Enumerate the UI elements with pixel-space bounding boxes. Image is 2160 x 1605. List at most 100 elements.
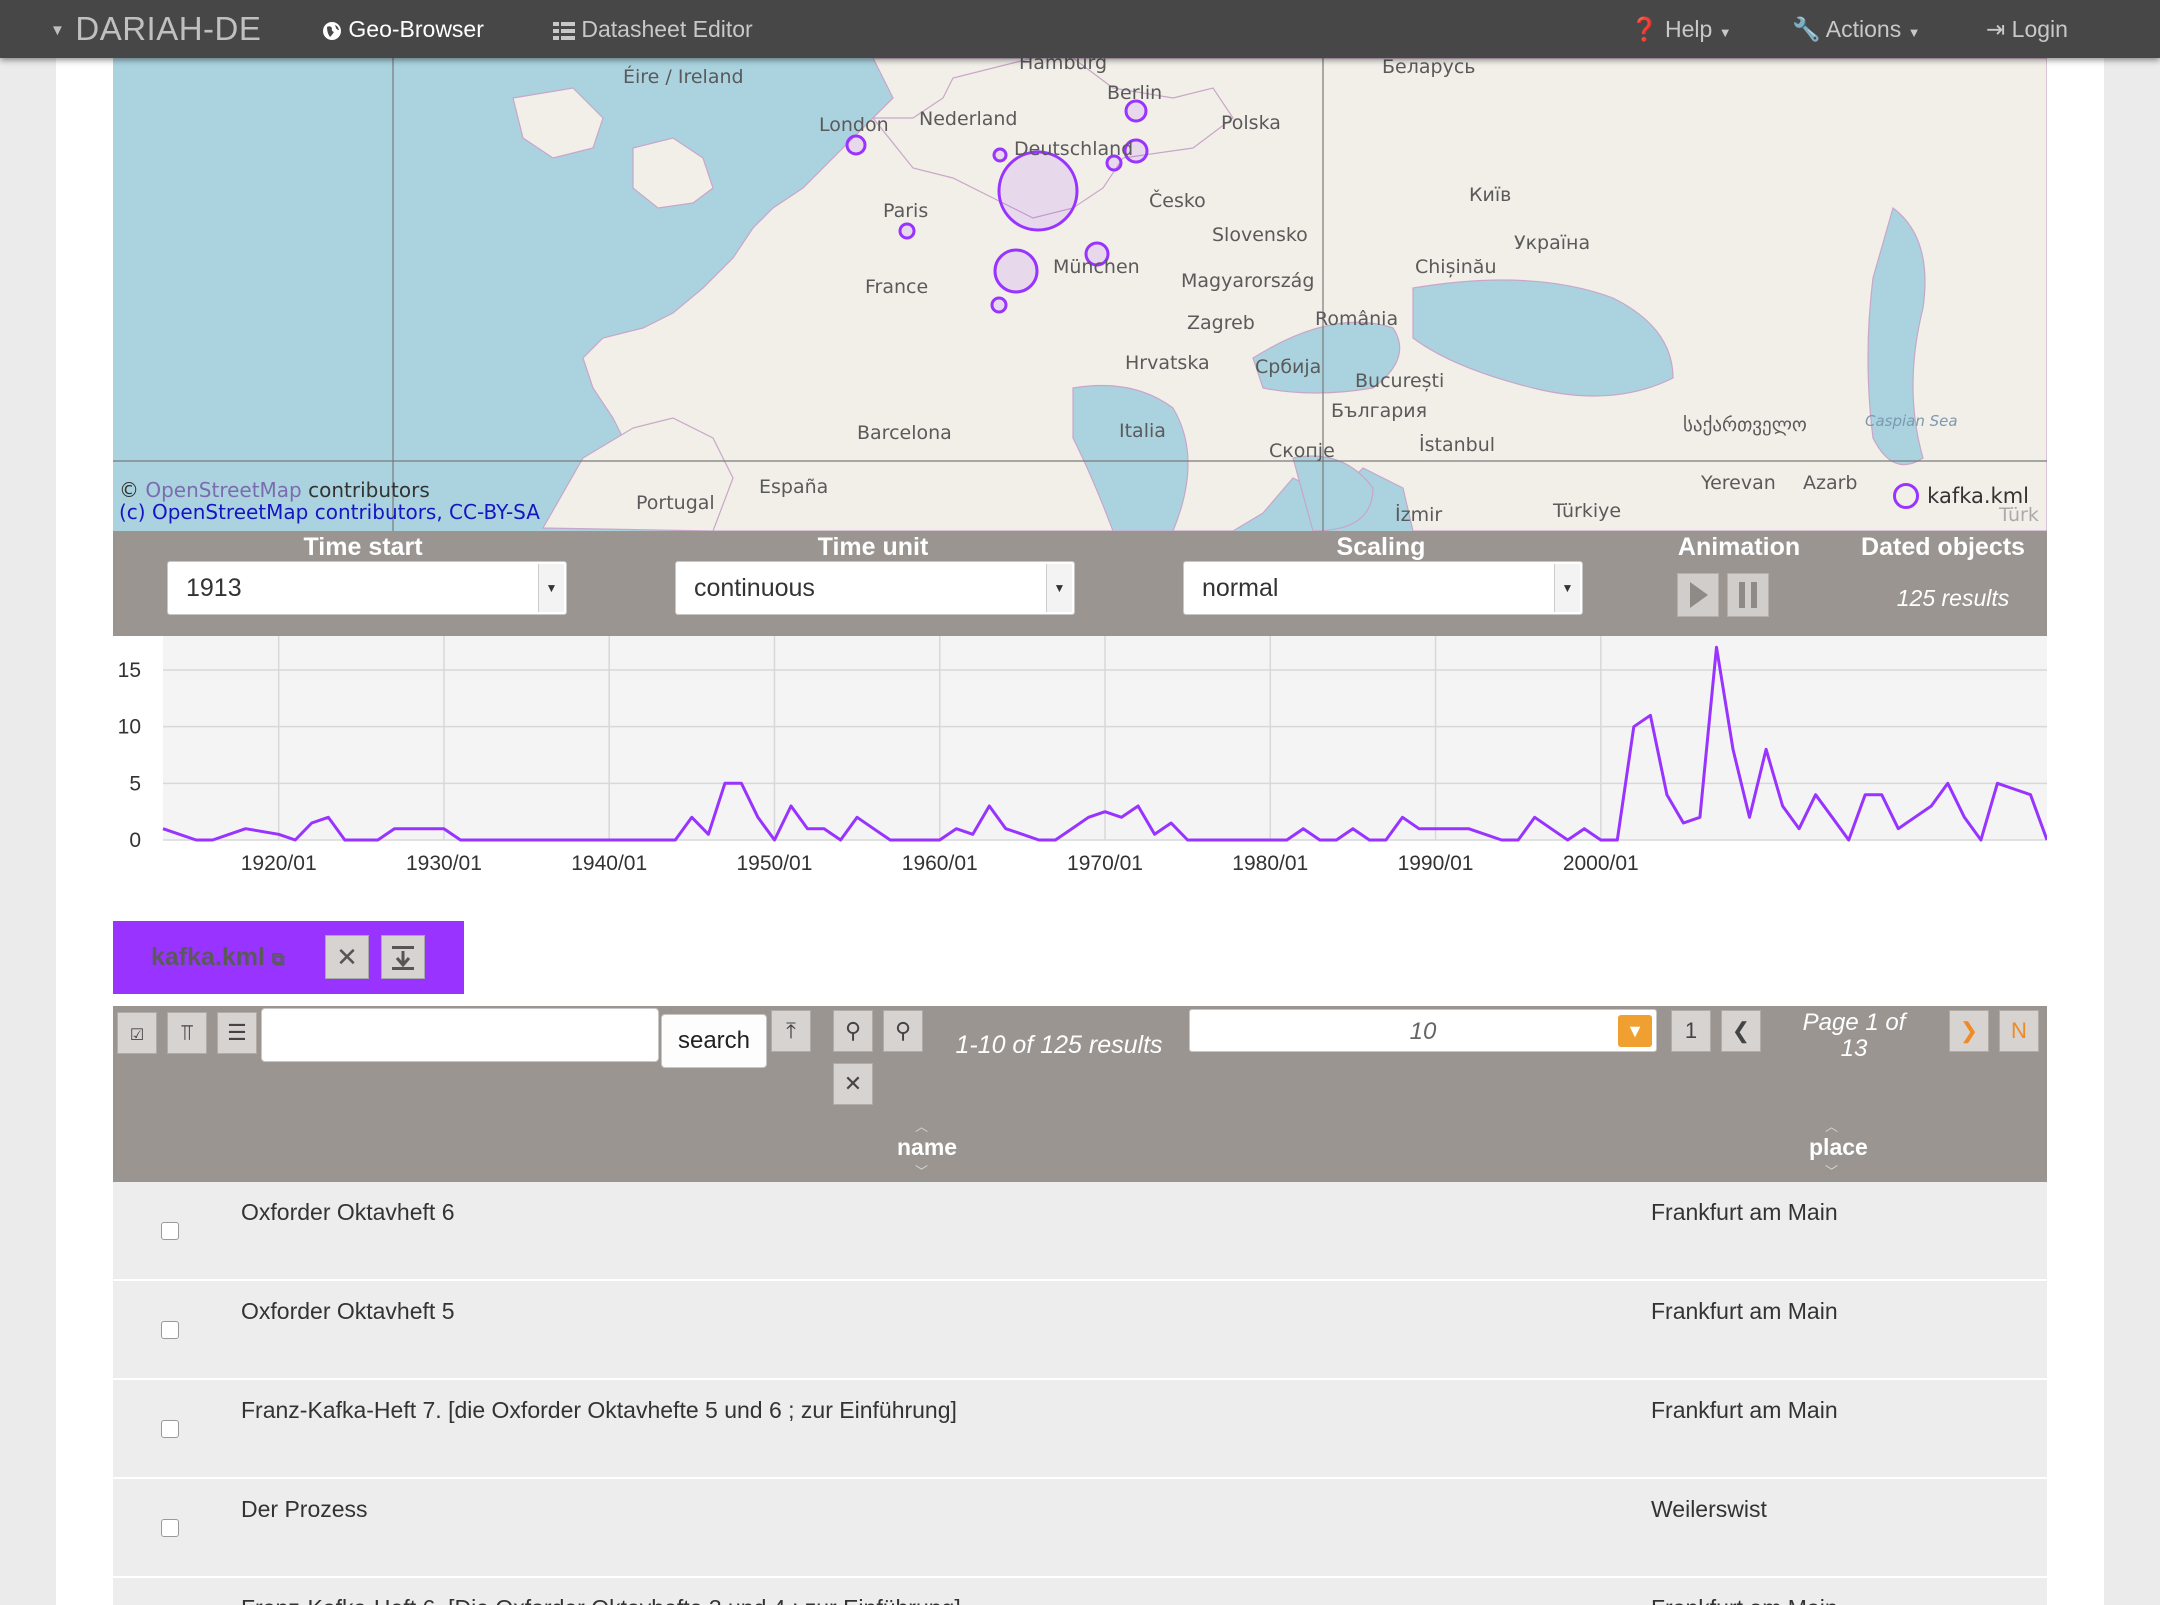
sort-down-icon[interactable]: ﹀ (915, 1161, 928, 1180)
actions-label: Actions (1825, 16, 1902, 42)
row-place: Frankfurt am Main (1651, 1298, 1838, 1324)
chevron-right-icon: ❯ (1959, 1018, 1979, 1043)
map-label: Србија (1255, 356, 1322, 378)
osm-link[interactable]: OpenStreetMap (145, 478, 301, 502)
table-row: Oxforder Oktavheft 5 Frankfurt am Main (113, 1281, 2047, 1380)
scaling-select[interactable]: normal ▼ (1183, 561, 1583, 615)
nav-datasheet-editor[interactable]: Datasheet Editor (553, 0, 753, 58)
map-label: Berlin (1107, 82, 1163, 104)
clear-filter-button[interactable]: ✕ (833, 1063, 873, 1105)
actions-menu[interactable]: 🔧 Actions ▼ (1792, 0, 1920, 58)
map-label: Portugal (636, 492, 715, 514)
pause-button[interactable] (1727, 573, 1769, 617)
pause-icon (1739, 582, 1757, 608)
select-all-button[interactable]: ☑ (117, 1012, 157, 1054)
x-tick-label: 1930/01 (406, 852, 482, 875)
caret-down-icon: ▼ (1046, 564, 1072, 612)
caret-down-icon: ▼ (1618, 1015, 1652, 1047)
zoom-out-button[interactable]: ⚲ (883, 1010, 923, 1052)
map-label: Chișinău (1415, 256, 1497, 278)
row-name: Oxforder Oktavheft 5 (241, 1298, 455, 1324)
export-dataset-button[interactable] (381, 935, 425, 979)
map-label: İzmir (1395, 504, 1443, 526)
map-label: Скопје (1269, 440, 1335, 462)
login-link[interactable]: ⇥ Login (1986, 0, 2068, 58)
next-page-button[interactable]: ❯ (1949, 1010, 1989, 1052)
nav-geo-browser[interactable]: Geo-Browser (322, 0, 484, 58)
help-menu[interactable]: ❓ Help ▼ (1630, 0, 1732, 58)
sort-up-icon[interactable]: ︿ (915, 1116, 928, 1135)
caret-down-icon: ▼ (50, 22, 66, 40)
sign-in-icon: ⇥ (1986, 16, 2006, 42)
brand-name: DARIAH-DE (75, 10, 262, 47)
dated-objects-count: 125 results (1896, 585, 2010, 611)
map-view[interactable]: Éire / Ireland Hamburg Berlin Беларусь L… (113, 58, 2047, 531)
time-start-select[interactable]: 1913 ▼ (167, 561, 567, 615)
y-tick-label: 10 (118, 716, 141, 739)
search-input[interactable] (261, 1008, 659, 1062)
time-unit-select[interactable]: continuous ▼ (675, 561, 1075, 615)
filter-button[interactable]: ⫪ (167, 1012, 207, 1054)
magnifier-icon: ⚲ (844, 1018, 862, 1043)
remove-dataset-button[interactable]: ✕ (325, 935, 369, 979)
list-button[interactable]: ☰ (217, 1012, 257, 1054)
upload-button[interactable]: ⤒ (771, 1010, 811, 1052)
map-label: Česko (1149, 190, 1206, 212)
map-label: Éire / Ireland (623, 66, 744, 88)
dated-objects-label: Dated objects (1861, 533, 2025, 561)
question-circle-icon: ❓ (1630, 16, 1659, 42)
last-page-button[interactable]: N (1999, 1010, 2039, 1052)
sort-up-icon[interactable]: ︿ (1825, 1116, 1838, 1135)
page-indicator: Page 1 of 13 (1802, 1009, 1906, 1062)
login-label: Login (2011, 16, 2068, 42)
dataset-link[interactable]: kafka.kml ⧉ (151, 921, 285, 996)
row-checkbox[interactable] (161, 1519, 179, 1537)
map-label: Беларусь (1382, 58, 1476, 78)
map-canvas (113, 58, 2047, 531)
animation-label: Animation (1677, 533, 1801, 561)
results-table: Oxforder Oktavheft 6 Frankfurt am Main Ox… (113, 1182, 2047, 1605)
osm-license-link[interactable]: (c) OpenStreetMap contributors, CC-BY-SA (119, 501, 540, 523)
row-place: Frankfurt am Main (1651, 1595, 1838, 1605)
y-tick-label: 5 (129, 772, 141, 795)
y-tick-label: 0 (129, 829, 141, 852)
globe-icon (323, 21, 341, 40)
first-page-button[interactable]: 1 (1671, 1010, 1711, 1052)
map-label: Slovensko (1212, 224, 1308, 246)
prev-page-button[interactable]: ❮ (1721, 1010, 1761, 1052)
row-checkbox[interactable] (161, 1321, 179, 1339)
attribution-suffix: contributors (308, 478, 430, 502)
search-button[interactable]: search (661, 1014, 767, 1068)
timeline-plot[interactable]: 0 5 10 15 1920/01 1930/01 1940/01 1950/01 1960/0… (113, 636, 2049, 876)
caret-down-icon: ▼ (1907, 25, 1921, 40)
map-label: Caspian Sea (1865, 412, 1958, 430)
row-checkbox[interactable] (161, 1222, 179, 1240)
list-icon: ☰ (227, 1020, 247, 1045)
table-row: Oxforder Oktavheft 6 Frankfurt am Main (113, 1182, 2047, 1281)
close-icon: ✕ (843, 1071, 863, 1096)
zoom-in-button[interactable]: ⚲ (833, 1010, 873, 1052)
map-label: Magyarország (1181, 270, 1315, 292)
time-unit-value: continuous (694, 574, 815, 602)
caret-down-icon: ▼ (1554, 564, 1580, 612)
sort-down-icon[interactable]: ﹀ (1825, 1161, 1838, 1180)
row-place: Frankfurt am Main (1651, 1199, 1838, 1225)
page-size-select[interactable]: 10 ▼ (1189, 1009, 1657, 1052)
brand-menu[interactable]: ▼ DARIAH-DE (50, 0, 261, 58)
dataset-name: kafka.kml (151, 943, 265, 971)
map-label: Polska (1221, 112, 1281, 134)
copyright-symbol: © (119, 478, 139, 502)
x-tick-label: 2000/01 (1563, 852, 1639, 875)
scaling-label: Scaling (1336, 533, 1426, 561)
external-link-icon: ⧉ (271, 949, 285, 969)
row-checkbox[interactable] (161, 1420, 179, 1438)
map-label: Київ (1469, 184, 1512, 206)
column-header-place[interactable]: place (1809, 1134, 1868, 1161)
map-label: München (1053, 256, 1140, 278)
map-label: Україна (1514, 232, 1591, 254)
legend-label: kafka.kml (1927, 484, 2029, 508)
play-button[interactable] (1677, 573, 1719, 617)
map-label: Paris (883, 200, 929, 222)
x-tick-label: 1920/01 (241, 852, 317, 875)
column-header-name[interactable]: name (897, 1134, 957, 1161)
